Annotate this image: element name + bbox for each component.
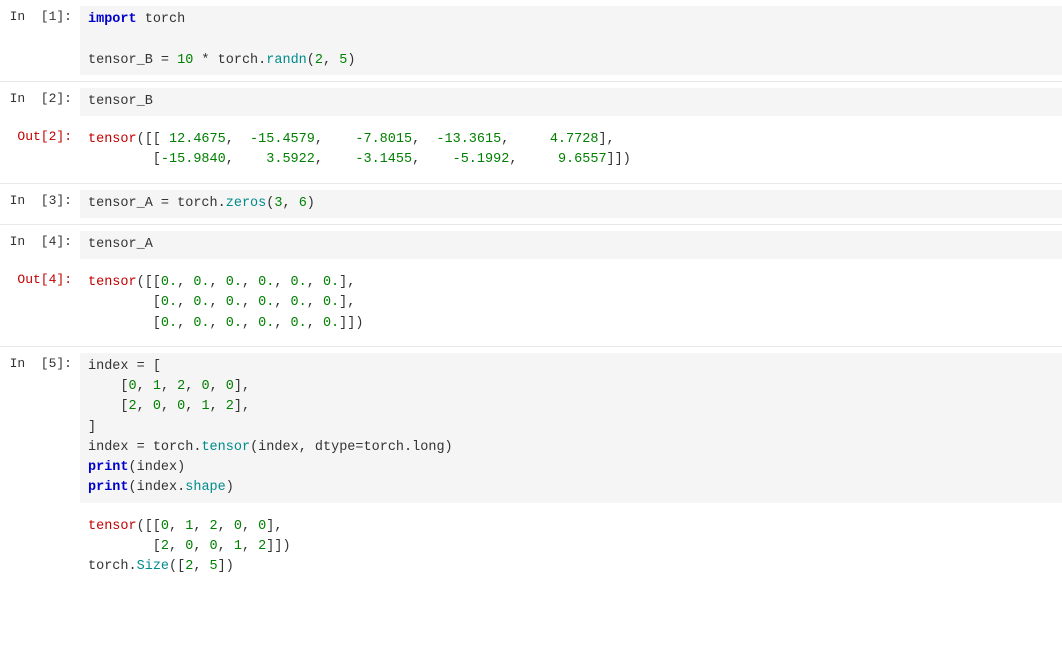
cell-2-in-label: In [2]: xyxy=(0,88,80,116)
cell-1-code[interactable]: import torch tensor_B = 10 * torch.randn… xyxy=(80,6,1062,75)
cell-4-output: Out[4]: tensor([[0., 0., 0., 0., 0., 0.]… xyxy=(0,265,1062,346)
cell-5-out-label xyxy=(0,513,80,582)
cell-4-code[interactable]: tensor_A xyxy=(80,231,1062,259)
cell-5-output: tensor([[0, 1, 2, 0, 0], [2, 0, 0, 1, 2]… xyxy=(0,509,1062,590)
cell-4-input[interactable]: In [4]: tensor_A xyxy=(0,224,1062,265)
cell-5-input[interactable]: In [5]: index = [ [0, 1, 2, 0, 0], [2, 0… xyxy=(0,346,1062,509)
cell-2-output-content: tensor([[ 12.4675, -15.4579, -7.8015, -1… xyxy=(80,126,1062,175)
notebook: In [1]: import torch tensor_B = 10 * tor… xyxy=(0,0,1062,648)
cell-2-code[interactable]: tensor_B xyxy=(80,88,1062,116)
cell-4-in-label: In [4]: xyxy=(0,231,80,259)
cell-2-out-label: Out[2]: xyxy=(0,126,80,175)
cell-3-input[interactable]: In [3]: tensor_A = torch.zeros(3, 6) xyxy=(0,183,1062,224)
cell-1-input[interactable]: In [1]: import torch tensor_B = 10 * tor… xyxy=(0,0,1062,81)
cell-5-in-label: In [5]: xyxy=(0,353,80,503)
cell-4-output-content: tensor([[0., 0., 0., 0., 0., 0.], [0., 0… xyxy=(80,269,1062,338)
cell-5-output-content: tensor([[0, 1, 2, 0, 0], [2, 0, 0, 1, 2]… xyxy=(80,513,1062,582)
cell-3-code[interactable]: tensor_A = torch.zeros(3, 6) xyxy=(80,190,1062,218)
cell-1-in-label: In [1]: xyxy=(0,6,80,75)
cell-2-input[interactable]: In [2]: tensor_B xyxy=(0,81,1062,122)
cell-5-code[interactable]: index = [ [0, 1, 2, 0, 0], [2, 0, 0, 1, … xyxy=(80,353,1062,503)
cell-2-output: Out[2]: tensor([[ 12.4675, -15.4579, -7.… xyxy=(0,122,1062,183)
cell-3-in-label: In [3]: xyxy=(0,190,80,218)
cell-4-out-label: Out[4]: xyxy=(0,269,80,338)
